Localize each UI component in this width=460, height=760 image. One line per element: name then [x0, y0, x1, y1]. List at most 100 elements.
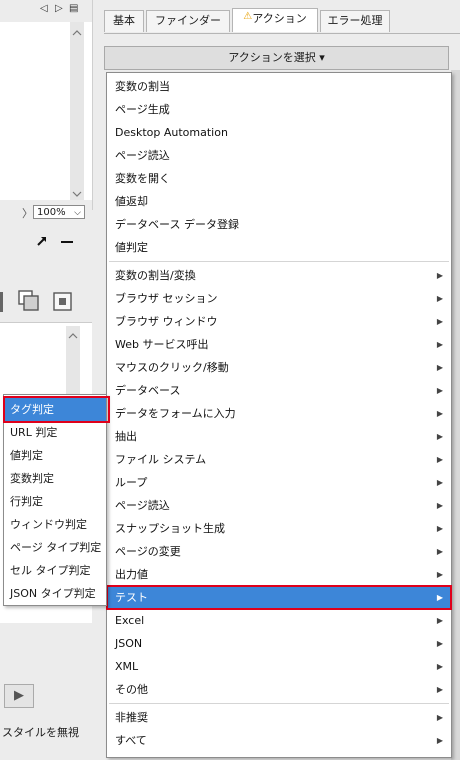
tab-action[interactable]: ⚠アクション — [232, 8, 318, 32]
menu-separator — [109, 703, 449, 704]
scroll-arrows-icon — [72, 30, 82, 197]
menu-item-submenu[interactable]: その他 ▶ — [107, 679, 451, 701]
document-icon[interactable]: ▤ — [69, 3, 78, 14]
menu-item-submenu[interactable]: 変数の割当/変換 ▶ — [107, 265, 451, 287]
tab-error-handling[interactable]: エラー処理 — [320, 10, 390, 32]
zoom-select[interactable]: 100% ⌵ — [33, 205, 85, 219]
submenu-arrow-icon: ▶ — [436, 271, 443, 280]
submenu-item-label: URL 判定 — [10, 426, 58, 439]
menu-item-label: JSON — [115, 637, 143, 650]
menu-item[interactable]: Desktop Automation — [107, 122, 451, 144]
prev-arrow-icon[interactable]: ◁ — [40, 3, 48, 14]
submenu-item[interactable]: JSON タイプ判定 — [4, 582, 106, 605]
submenu-arrow-icon: ▶ — [436, 317, 443, 326]
submenu-arrow-icon: ▶ — [436, 524, 443, 533]
menu-item-label: 変数の割当/変換 — [115, 269, 196, 282]
menu-item-submenu[interactable]: XML ▶ — [107, 656, 451, 678]
submenu-arrow-icon: ▶ — [436, 340, 443, 349]
left-top-scrollbar[interactable] — [70, 22, 84, 200]
submenu-arrow-icon: ▶ — [436, 662, 443, 671]
submenu-arrow-icon: ▶ — [436, 639, 443, 648]
chevron-down-icon: ⌵ — [74, 208, 81, 218]
menu-item-submenu[interactable]: 出力値 ▶ — [107, 564, 451, 586]
submenu-arrow-icon: ▶ — [436, 478, 443, 487]
menu-item[interactable]: 変数の割当 — [107, 76, 451, 98]
menu-item-label: その他 — [115, 683, 148, 696]
menu-item-label: 値返却 — [115, 195, 148, 208]
caret-down-icon: ▾ — [319, 51, 325, 64]
tab-label: エラー処理 — [327, 14, 383, 27]
submenu-arrow-icon: ▶ — [436, 409, 443, 418]
submenu-arrow-icon: ▶ — [436, 501, 443, 510]
submenu-arrow-icon: ▶ — [436, 432, 443, 441]
submenu-arrow-icon: ▶ — [436, 570, 443, 579]
submenu-item[interactable]: 値判定 — [4, 444, 106, 467]
menu-item-label: ページ読込 — [115, 149, 170, 162]
action-select-button[interactable]: アクションを選択 ▾ — [104, 46, 449, 70]
menu-item-submenu[interactable]: データをフォームに入力 ▶ — [107, 403, 451, 425]
tab-label: 基本 — [113, 14, 135, 27]
menu-item-label: XML — [115, 660, 139, 673]
menu-item-label: 値判定 — [115, 241, 148, 254]
menu-item[interactable]: 値返却 — [107, 191, 451, 213]
menu-item-submenu[interactable]: ブラウザ セッション ▶ — [107, 288, 451, 310]
menu-item-submenu[interactable]: 非推奨 ▶ — [107, 707, 451, 729]
submenu-item[interactable]: URL 判定 — [4, 421, 106, 444]
submenu-item-label: ページ タイプ判定 — [10, 541, 102, 554]
menu-item-submenu[interactable]: Excel ▶ — [107, 610, 451, 632]
menu-item[interactable]: ページ生成 — [107, 99, 451, 121]
test-submenu: タグ判定 URL 判定 値判定 変数判定 行判定 ウィンドウ判定 ページ タイプ… — [3, 394, 107, 606]
menu-item-label: 非推奨 — [115, 711, 148, 724]
menu-item-submenu[interactable]: すべて ▶ — [107, 730, 451, 752]
menu-item-label: ループ — [115, 476, 148, 489]
menu-item-submenu[interactable]: ページの変更 ▶ — [107, 541, 451, 563]
tab-label: アクション — [252, 12, 307, 25]
tab-finder[interactable]: ファインダー — [146, 10, 230, 32]
tab-divider — [104, 33, 460, 34]
menu-item[interactable]: 値判定 — [107, 237, 451, 259]
submenu-item[interactable]: ページ タイプ判定 — [4, 536, 106, 559]
menu-item-submenu[interactable]: Web サービス呼出 ▶ — [107, 334, 451, 356]
next-arrow-icon[interactable]: ▷ — [55, 3, 63, 14]
submenu-item-label: 行判定 — [10, 495, 43, 508]
left-toolbar — [0, 254, 92, 322]
submenu-arrow-icon: ▶ — [436, 736, 443, 745]
menu-item-label: ファイル システム — [115, 453, 207, 466]
menu-item-submenu[interactable]: 抽出 ▶ — [107, 426, 451, 448]
ignore-style-label[interactable]: スタイルを無視 — [2, 724, 79, 740]
action-select-label: アクションを選択 — [228, 51, 316, 64]
menu-item-label: ページ生成 — [115, 103, 170, 116]
menu-item-submenu[interactable]: データベース ▶ — [107, 380, 451, 402]
tab-basic[interactable]: 基本 — [104, 10, 144, 32]
menu-item-submenu[interactable]: JSON ▶ — [107, 633, 451, 655]
menu-item-submenu[interactable]: ブラウザ ウィンドウ ▶ — [107, 311, 451, 333]
submenu-item[interactable]: 行判定 — [4, 490, 106, 513]
play-button[interactable]: ▶ — [4, 684, 34, 708]
menu-item[interactable]: ページ読込 — [107, 145, 451, 167]
menu-item-submenu[interactable]: スナップショット生成 ▶ — [107, 518, 451, 540]
submenu-arrow-icon: ▶ — [436, 713, 443, 722]
menu-item-label: 変数の割当 — [115, 80, 170, 93]
submenu-item[interactable]: セル タイプ判定 — [4, 559, 106, 582]
copy-icon[interactable] — [18, 290, 40, 312]
zoom-prev-icon[interactable]: 〉 — [22, 205, 33, 221]
menu-item-submenu[interactable]: マウスのクリック/移動 ▶ — [107, 357, 451, 379]
menu-item-submenu[interactable]: ファイル システム ▶ — [107, 449, 451, 471]
submenu-item[interactable]: ウィンドウ判定 — [4, 513, 106, 536]
action-menu: 変数の割当 ページ生成 Desktop Automation ページ読込 変数を… — [106, 72, 452, 758]
submenu-arrow-icon: ▶ — [436, 363, 443, 372]
menu-item[interactable]: 変数を開く — [107, 168, 451, 190]
submenu-arrow-icon: ▶ — [436, 386, 443, 395]
expand-arrow-icon[interactable] — [36, 235, 48, 247]
submenu-arrow-icon: ▶ — [436, 616, 443, 625]
menu-item-label: Desktop Automation — [115, 126, 228, 139]
left-mid-scrollbar[interactable] — [66, 326, 80, 402]
menu-item-submenu[interactable]: ループ ▶ — [107, 472, 451, 494]
menu-item[interactable]: データベース データ登録 — [107, 214, 451, 236]
zoom-value: 100% — [37, 207, 66, 218]
view-icon[interactable] — [53, 292, 73, 312]
submenu-item[interactable]: 変数判定 — [4, 467, 106, 490]
highlight-box-tag-check — [3, 396, 110, 423]
minimize-icon[interactable] — [60, 235, 74, 247]
menu-item-submenu[interactable]: ページ読込 ▶ — [107, 495, 451, 517]
